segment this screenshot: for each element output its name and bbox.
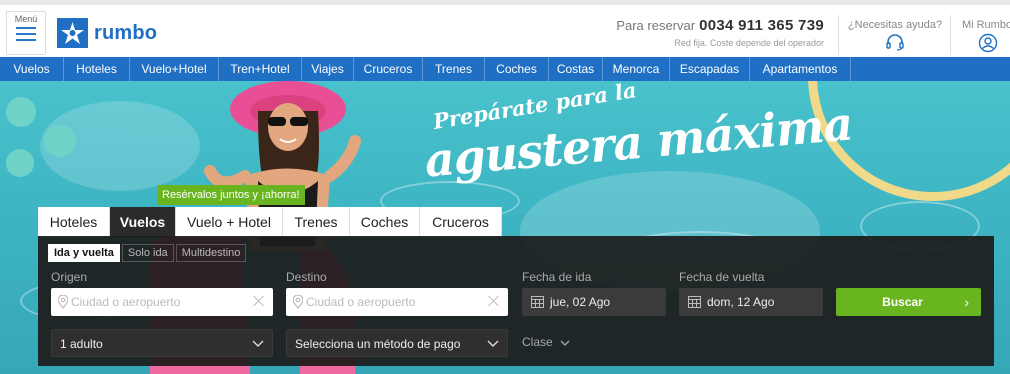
departure-date-field[interactable]: jue, 02 Ago xyxy=(522,288,666,316)
payment-method-select[interactable]: Selecciona un método de pago xyxy=(286,329,508,357)
main-nav: Vuelos Hoteles Vuelo+Hotel Tren+Hotel Vi… xyxy=(0,57,1010,81)
user-icon xyxy=(978,33,998,53)
nav-item-tren-hotel[interactable]: Tren+Hotel xyxy=(219,57,302,81)
nav-item-vuelo-hotel[interactable]: Vuelo+Hotel xyxy=(130,57,219,81)
chevron-down-icon xyxy=(487,340,499,347)
payment-method-value: Selecciona un método de pago xyxy=(295,337,461,351)
nav-item-costas[interactable]: Costas xyxy=(549,57,603,81)
menu-button[interactable]: Menú xyxy=(6,11,46,55)
search-button[interactable]: Buscar › xyxy=(836,288,981,316)
location-pin-icon xyxy=(58,295,68,309)
location-pin-icon xyxy=(293,295,303,309)
origin-field xyxy=(51,288,273,316)
tab-vuelo-hotel[interactable]: Vuelo + Hotel xyxy=(176,207,283,237)
return-date-field[interactable]: dom, 12 Ago xyxy=(679,288,823,316)
header-divider xyxy=(950,15,951,55)
phone-reservation: Para reservar 0034 911 365 739 Red fija. … xyxy=(610,17,838,48)
promo-badge: Resérvalos juntos y ¡ahorra! xyxy=(157,185,305,205)
headset-icon xyxy=(886,34,904,51)
origin-input[interactable] xyxy=(71,289,221,315)
nav-item-apartamentos[interactable]: Apartamentos xyxy=(750,57,851,81)
rumbo-logo[interactable]: rumbo xyxy=(57,18,157,48)
trip-one-way[interactable]: Solo ida xyxy=(121,244,174,262)
search-tabs: Hoteles Vuelos Vuelo + Hotel Trenes Coch… xyxy=(38,207,502,237)
tab-cruceros[interactable]: Cruceros xyxy=(420,207,502,237)
tab-trenes[interactable]: Trenes xyxy=(283,207,350,237)
return-label: Fecha de vuelta xyxy=(679,270,765,284)
nav-item-cruceros[interactable]: Cruceros xyxy=(354,57,423,81)
destination-input[interactable] xyxy=(306,289,456,315)
search-button-label: Buscar xyxy=(882,295,923,309)
nav-item-hoteles[interactable]: Hoteles xyxy=(64,57,130,81)
decor-dot xyxy=(44,125,76,157)
nav-item-vuelos[interactable]: Vuelos xyxy=(0,57,64,81)
hamburger-icon xyxy=(16,27,36,41)
class-dropdown[interactable]: Clase xyxy=(522,335,570,349)
logo-star-icon xyxy=(57,18,88,48)
chevron-right-icon: › xyxy=(964,294,969,310)
hero-headline: Prepárate para la agustera máxima xyxy=(422,81,854,188)
trip-type-selector: Ida y vuelta Solo ida Multidestino xyxy=(48,244,248,262)
departure-date-value: jue, 02 Ago xyxy=(550,295,611,309)
clear-origin-icon[interactable] xyxy=(253,295,265,307)
tab-vuelos[interactable]: Vuelos xyxy=(110,207,176,237)
menu-label: Menú xyxy=(14,14,38,24)
nav-item-escapadas[interactable]: Escapadas xyxy=(670,57,750,81)
chevron-down-icon xyxy=(252,340,264,347)
nav-item-trenes[interactable]: Trenes xyxy=(423,57,485,81)
nav-item-coches[interactable]: Coches xyxy=(485,57,549,81)
passengers-select[interactable]: 1 adulto xyxy=(51,329,273,357)
passengers-value: 1 adulto xyxy=(60,337,103,351)
clear-destination-icon[interactable] xyxy=(488,295,500,307)
help-button[interactable]: ¿Necesitas ayuda? xyxy=(840,19,950,51)
logo-text: rumbo xyxy=(94,21,158,44)
nav-item-menorca[interactable]: Menorca xyxy=(603,57,670,81)
nav-item-viajes[interactable]: Viajes xyxy=(302,57,354,81)
trip-round-trip[interactable]: Ida y vuelta xyxy=(48,244,120,262)
decor-dot xyxy=(6,97,36,127)
tab-coches[interactable]: Coches xyxy=(350,207,420,237)
top-header: Menú rumbo Para reservar 0034 911 365 739… xyxy=(0,0,1010,57)
tab-hoteles[interactable]: Hoteles xyxy=(38,207,110,237)
origin-label: Origen xyxy=(51,270,88,284)
flight-search-panel: Ida y vuelta Solo ida Multidestino Orige… xyxy=(38,236,994,366)
departure-label: Fecha de ida xyxy=(522,270,592,284)
account-label: Mi Rumbo xyxy=(961,19,1010,31)
header-divider xyxy=(838,15,839,55)
class-label: Clase xyxy=(522,335,553,349)
calendar-icon xyxy=(531,296,544,308)
trip-multi-city[interactable]: Multidestino xyxy=(175,244,247,262)
return-date-value: dom, 12 Ago xyxy=(707,295,775,309)
destination-label: Destino xyxy=(286,270,327,284)
account-button[interactable]: Mi Rumbo xyxy=(952,19,1010,53)
chevron-down-icon xyxy=(560,340,570,346)
destination-field xyxy=(286,288,508,316)
reserve-label: Para reservar xyxy=(616,18,696,33)
decor-dot xyxy=(6,149,34,177)
phone-note: Red fija. Coste depende del operador xyxy=(674,38,824,48)
phone-number[interactable]: 0034 911 365 739 xyxy=(699,17,824,34)
help-label: ¿Necesitas ayuda? xyxy=(847,19,943,31)
hero-banner: Prepárate para la agustera máxima Resérv… xyxy=(0,81,1010,374)
calendar-icon xyxy=(688,296,701,308)
